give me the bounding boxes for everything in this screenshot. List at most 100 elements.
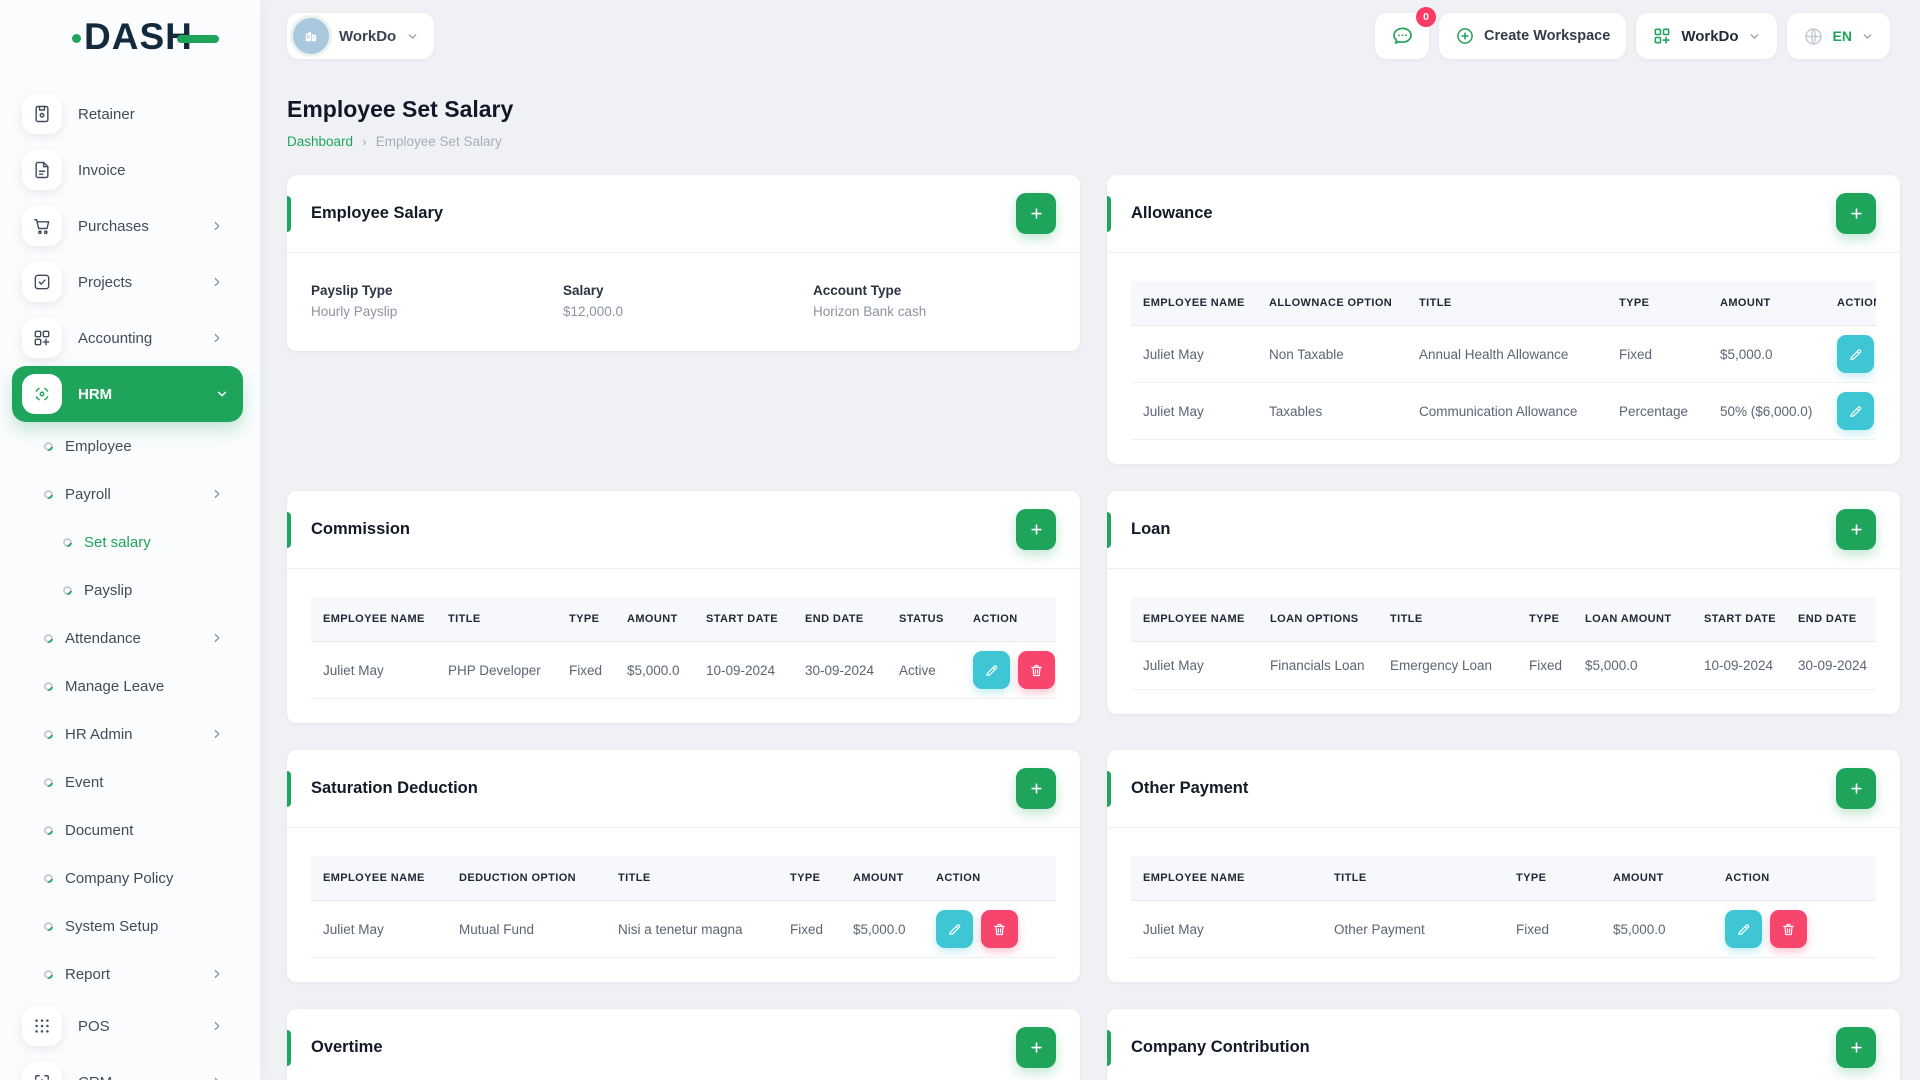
edit-button[interactable] bbox=[936, 910, 973, 948]
sidebar-item-payslip[interactable]: Payslip bbox=[0, 566, 260, 614]
card-header: Saturation Deduction bbox=[287, 750, 1080, 828]
workdo-menu-button[interactable]: WorkDo bbox=[1636, 13, 1777, 59]
loan-table: EMPLOYEE NAME LOAN OPTIONS TITLE TYPE LOAN A… bbox=[1131, 597, 1876, 690]
other-payment-table: EMPLOYEE NAME TITLE TYPE AMOUNT ACTION Juliet… bbox=[1131, 856, 1876, 958]
saturation-deduction-card: Saturation Deduction EMPLOYEE NAME DEDUCT… bbox=[287, 750, 1080, 982]
messages-button[interactable]: 0 bbox=[1375, 7, 1437, 59]
add-employee-salary-button[interactable] bbox=[1016, 193, 1056, 234]
sidebar-item-crm[interactable]: CRM bbox=[0, 1054, 260, 1080]
table-cell: Non Taxable bbox=[1257, 326, 1407, 383]
sidebar-item-company-policy[interactable]: Company Policy bbox=[0, 854, 260, 902]
sidebar-item-manage-leave[interactable]: Manage Leave bbox=[0, 662, 260, 710]
plus-icon bbox=[1850, 1042, 1862, 1053]
cards-grid: Employee Salary Payslip Type Hourly Pays… bbox=[287, 175, 1900, 1080]
language-selector[interactable]: EN bbox=[1786, 13, 1890, 59]
table-cell: Mutual Fund bbox=[447, 901, 606, 958]
globe-icon bbox=[1804, 27, 1822, 45]
card-accent-bar bbox=[287, 1030, 291, 1066]
card-title: Company Contribution bbox=[1131, 1038, 1310, 1056]
delete-button[interactable] bbox=[981, 910, 1018, 948]
sidebar-item-employee[interactable]: Employee bbox=[0, 422, 260, 470]
card-header: Employee Salary bbox=[287, 175, 1080, 253]
sidebar-item-event[interactable]: Event bbox=[0, 758, 260, 806]
column-header: AMOUNT bbox=[1601, 856, 1713, 901]
main-content: Employee Set Salary Dashboard › Employee… bbox=[260, 72, 1920, 1080]
add-saturation-deduction-button[interactable] bbox=[1016, 768, 1056, 809]
chevron-right-icon bbox=[210, 1019, 224, 1033]
table-cell: Emergency Loan bbox=[1378, 642, 1517, 690]
edit-button[interactable] bbox=[1725, 910, 1762, 948]
plus-icon bbox=[1030, 1042, 1042, 1053]
sidebar-item-system-setup[interactable]: System Setup bbox=[0, 902, 260, 950]
employee-salary-card: Employee Salary Payslip Type Hourly Pays… bbox=[287, 175, 1080, 351]
field-value: Horizon Bank cash bbox=[813, 304, 927, 319]
sidebar-item-attendance[interactable]: Attendance bbox=[0, 614, 260, 662]
sidebar-item-accounting[interactable]: Accounting bbox=[0, 310, 260, 366]
column-header: TYPE bbox=[778, 856, 841, 901]
edit-button[interactable] bbox=[973, 651, 1010, 689]
sidebar-item-label: HR Admin bbox=[65, 725, 133, 743]
accounting-icon bbox=[22, 318, 62, 358]
add-overtime-button[interactable] bbox=[1016, 1027, 1056, 1068]
column-header: ACTION bbox=[1825, 281, 1876, 326]
hrm-icon bbox=[22, 374, 62, 414]
sidebar-item-retainer[interactable]: Retainer bbox=[0, 86, 260, 142]
table-cell: Juliet May bbox=[311, 642, 436, 699]
sidebar-item-label: System Setup bbox=[65, 917, 159, 935]
add-allowance-button[interactable] bbox=[1836, 193, 1876, 234]
sidebar-item-document[interactable]: Document bbox=[0, 806, 260, 854]
chevron-down-icon bbox=[1861, 30, 1874, 43]
field-value: $12,000.0 bbox=[563, 304, 624, 319]
add-loan-button[interactable] bbox=[1836, 509, 1876, 550]
sidebar-item-label: Manage Leave bbox=[65, 677, 165, 695]
column-header: DEDUCTION OPTION bbox=[447, 856, 606, 901]
loan-card: Loan EMPLOYEE NAME LOAN OPTIONS TITLE TYPE L… bbox=[1107, 491, 1900, 714]
logo-dot-icon bbox=[72, 34, 81, 43]
add-company-contribution-button[interactable] bbox=[1836, 1027, 1876, 1068]
column-header: START DATE bbox=[1692, 597, 1786, 642]
bullet-icon bbox=[42, 487, 55, 501]
sidebar-item-invoice[interactable]: Invoice bbox=[0, 142, 260, 198]
column-header: AMOUNT bbox=[1708, 281, 1825, 326]
sidebar-item-hrm[interactable]: HRM bbox=[12, 366, 243, 422]
table-header-row: EMPLOYEE NAME TITLE TYPE AMOUNT START DATE EN… bbox=[311, 597, 1056, 642]
app-logo[interactable]: DASH bbox=[72, 18, 219, 55]
salary-field: Salary $12,000.0 bbox=[563, 283, 813, 319]
edit-button[interactable] bbox=[1837, 392, 1874, 430]
sidebar-item-payroll[interactable]: Payroll bbox=[0, 470, 260, 518]
add-commission-button[interactable] bbox=[1016, 509, 1056, 550]
breadcrumb-current: Employee Set Salary bbox=[375, 133, 502, 149]
add-other-payment-button[interactable] bbox=[1836, 768, 1876, 809]
page-title: Employee Set Salary bbox=[287, 96, 514, 122]
allowance-table: EMPLOYEE NAME ALLOWNACE OPTION TITLE TYPE AM… bbox=[1131, 281, 1876, 440]
sidebar-item-label: Payroll bbox=[65, 485, 111, 503]
chevron-right-icon bbox=[210, 219, 224, 233]
plus-icon bbox=[1030, 783, 1042, 794]
sidebar-item-hr-admin[interactable]: HR Admin bbox=[0, 710, 260, 758]
sidebar-item-report[interactable]: Report bbox=[0, 950, 260, 998]
delete-button[interactable] bbox=[1770, 910, 1807, 948]
sidebar-item-label: Attendance bbox=[65, 629, 141, 647]
sidebar-item-set-salary[interactable]: Set salary bbox=[0, 518, 260, 566]
actions-cell bbox=[1825, 383, 1876, 440]
sidebar-item-projects[interactable]: Projects bbox=[0, 254, 260, 310]
table-cell: $5,000.0 bbox=[615, 642, 694, 699]
breadcrumb: Dashboard › Employee Set Salary bbox=[287, 133, 1900, 149]
column-header: ALLOWNACE OPTION bbox=[1257, 281, 1407, 326]
sidebar-item-pos[interactable]: POS bbox=[0, 998, 260, 1054]
table-cell: 30-09-2024 bbox=[793, 642, 887, 699]
delete-button[interactable] bbox=[1018, 651, 1055, 689]
payslip-type-field: Payslip Type Hourly Payslip bbox=[311, 283, 563, 319]
company-contribution-card: Company Contribution bbox=[1107, 1009, 1900, 1080]
create-workspace-button[interactable]: Create Workspace bbox=[1439, 13, 1627, 59]
sidebar-item-purchases[interactable]: Purchases bbox=[0, 198, 260, 254]
grid-plus-icon bbox=[1654, 28, 1670, 44]
breadcrumb-dashboard-link[interactable]: Dashboard bbox=[287, 134, 353, 149]
workspace-switcher[interactable]: WorkDo bbox=[287, 13, 435, 59]
actions-cell bbox=[1713, 901, 1876, 958]
bullet-icon bbox=[42, 967, 55, 981]
edit-button[interactable] bbox=[1837, 335, 1874, 373]
header-actions: 0 Create Workspace WorkDo EN bbox=[1375, 7, 1890, 59]
table-cell: Annual Health Allowance bbox=[1407, 326, 1607, 383]
table-cell: Communication Allowance bbox=[1407, 383, 1607, 440]
